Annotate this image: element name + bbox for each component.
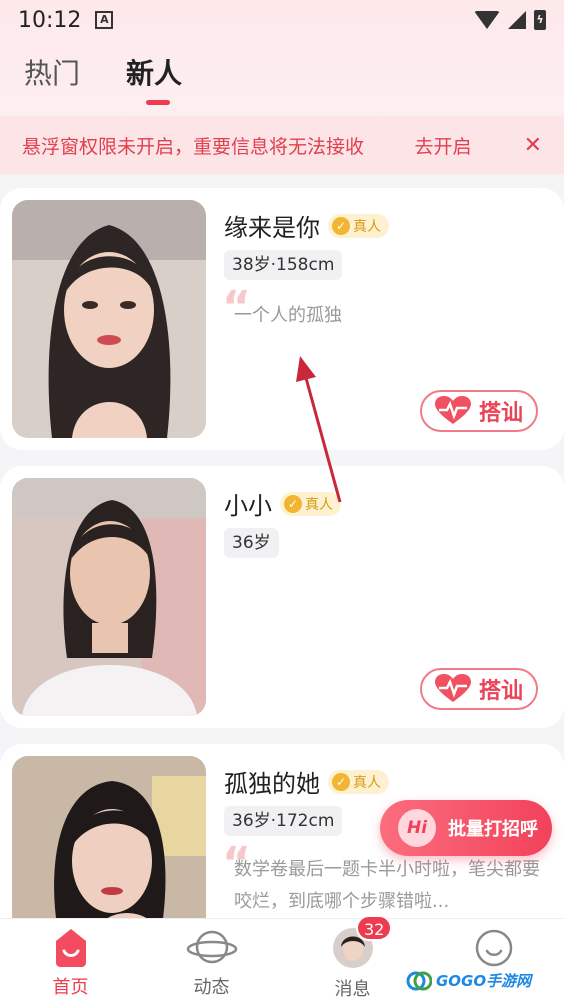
planet-icon [186, 930, 237, 964]
home-icon [55, 929, 86, 967]
batch-greet-button[interactable]: Hi 批量打招呼 [380, 800, 552, 856]
hi-icon: Hi [398, 809, 436, 847]
nav-item-home[interactable]: 首页 [0, 919, 141, 1004]
unread-badge: 32 [356, 915, 393, 941]
gogo-logo-icon [406, 971, 432, 990]
nav-item-feed[interactable]: 动态 [141, 919, 282, 1004]
watermark-logo: GOGO手游网 [400, 968, 538, 993]
profile-icon [475, 929, 512, 967]
